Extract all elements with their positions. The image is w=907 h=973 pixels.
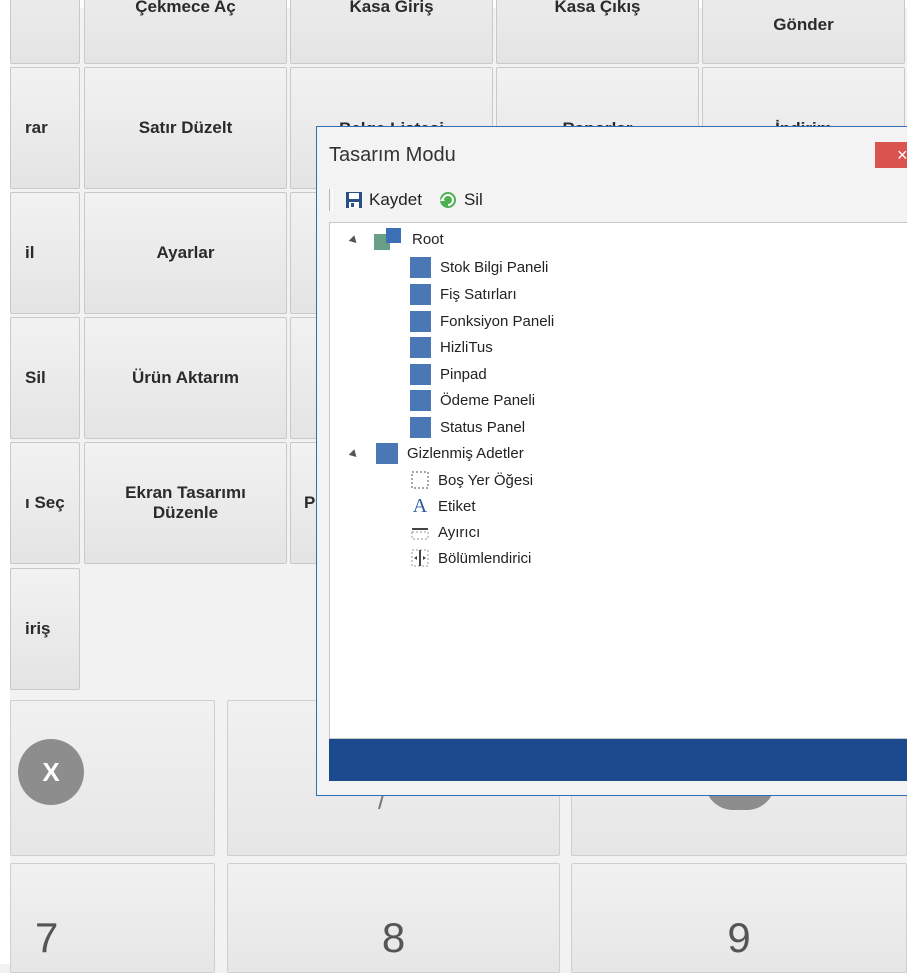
numpad-key-7[interactable]: 7 [10,863,215,973]
numpad-digit: 9 [727,914,751,961]
satir-duzelt-button[interactable]: Satır Düzelt [84,67,287,189]
button-label: Satır Düzelt [138,118,233,137]
left-strip [0,0,10,964]
func-button-partial[interactable]: il [10,192,80,314]
ayarlar-button[interactable]: Ayarlar [84,192,287,314]
layout-tree: Root Stok Bilgi Paneli Fiş Satırları Fon… [329,222,907,739]
tree-item[interactable]: HizliTus [410,335,493,359]
clear-icon[interactable]: X [18,739,84,805]
separator-icon [410,522,430,542]
tree-item[interactable]: Fonksiyon Paneli [410,309,554,333]
func-button-partial[interactable]: iriş [10,568,80,690]
save-button[interactable]: Kaydet [345,190,422,210]
tree-item-label: HizliTus [440,338,493,356]
panel-icon [410,256,431,278]
collapse-arrow-icon[interactable] [348,235,360,246]
button-label: il [25,243,35,262]
urun-aktarim-button[interactable]: Ürün Aktarım [84,317,287,439]
dialog-toolbar: Kaydet Sil [329,185,499,215]
panel-icon [410,416,431,438]
group-icon [376,442,398,464]
tree-item-label: Bölümlendirici [438,549,532,567]
panel-icon [410,363,431,385]
tree-item[interactable]: Fiş Satırları [410,282,517,306]
tree-node-root[interactable]: Root [374,227,444,251]
panel-icon [410,283,431,305]
kasa-cikis-button[interactable]: Kasa Çıkış [496,0,699,64]
numpad-key-8[interactable]: 8 [227,863,560,973]
root-icon [374,228,404,250]
tree-node-label: Gizlenmiş Adetler [407,444,524,462]
kasa-giris-button[interactable]: Kasa Giriş [290,0,493,64]
tree-item-label: Boş Yer Öğesi [438,471,534,489]
tree-item-label: Ödeme Paneli [440,391,536,409]
tree-item[interactable]: Bölümlendirici [410,546,531,570]
collapse-arrow-icon[interactable] [348,449,360,460]
delete-label: Sil [463,190,483,209]
empty-space-icon [410,470,430,490]
toolbar-grip[interactable] [329,189,333,211]
tree-item-label: Fiş Satırları [440,285,517,303]
tree-item[interactable]: A Etiket [410,494,476,518]
tree-item-label: Etiket [438,497,476,515]
tree-item-label: Ayırıcı [438,523,481,541]
delete-button[interactable]: Sil [438,190,483,210]
dialog-title: Tasarım Modu [329,144,456,166]
button-label: Ayarlar [156,243,215,262]
func-button-partial[interactable]: rar [10,67,80,189]
button-label: Ekran Tasarımı Düzenle [125,483,246,522]
button-label: P [304,493,316,512]
button-label: iriş [25,619,51,638]
button-label: rar [25,118,48,137]
panel-icon [410,310,431,332]
tree-node-hidden-group[interactable]: Gizlenmiş Adetler [376,441,524,465]
button-label: Gönder [773,15,834,34]
tree-item[interactable]: Boş Yer Öğesi [410,468,533,492]
tree-item-label: Fonksiyon Paneli [440,312,555,330]
close-button[interactable]: × [875,142,907,168]
func-button-partial[interactable]: Sil [10,317,80,439]
tree-item-label: Status Panel [440,418,526,436]
panel-icon [410,389,431,411]
tree-item[interactable]: Stok Bilgi Paneli [410,255,548,279]
tree-item-label: Pinpad [440,365,487,383]
button-label: Sil [25,368,46,387]
numpad-digit: 7 [35,914,59,961]
button-label: Ürün Aktarım [131,368,240,387]
numpad-key-9[interactable]: 9 [571,863,907,973]
func-button-partial[interactable] [10,0,80,64]
refresh-delete-icon [439,192,456,208]
design-mode-dialog: Tasarım Modu × Kaydet Sil Root Stok Bilg… [316,126,907,796]
save-icon [346,192,362,208]
ekran-tasarimi-duzenle-button[interactable]: Ekran Tasarımı Düzenle [84,442,287,564]
tree-item[interactable]: Ödeme Paneli [410,388,535,412]
gonder-button[interactable]: Gönder [702,0,905,64]
tree-item[interactable]: Status Panel [410,415,525,439]
splitter-icon [410,548,430,568]
button-label: Çekmece Aç [135,0,236,16]
save-label: Kaydet [369,190,422,209]
tree-item-label: Stok Bilgi Paneli [440,258,549,276]
tree-item[interactable]: Pinpad [410,362,487,386]
panel-icon [410,336,431,358]
numpad-digit: 8 [381,914,406,961]
button-label: Kasa Giriş [349,0,434,16]
close-icon: × [897,144,907,165]
tree-node-label: Root [412,230,444,248]
button-label: ı Seç [25,493,65,512]
status-bar [329,739,907,781]
func-button-partial[interactable]: ı Seç [10,442,80,564]
cekmece-ac-button[interactable]: Çekmece Aç [84,0,287,64]
label-icon: A [412,494,428,517]
tree-item[interactable]: Ayırıcı [410,520,480,544]
button-label: Kasa Çıkış [554,0,641,16]
